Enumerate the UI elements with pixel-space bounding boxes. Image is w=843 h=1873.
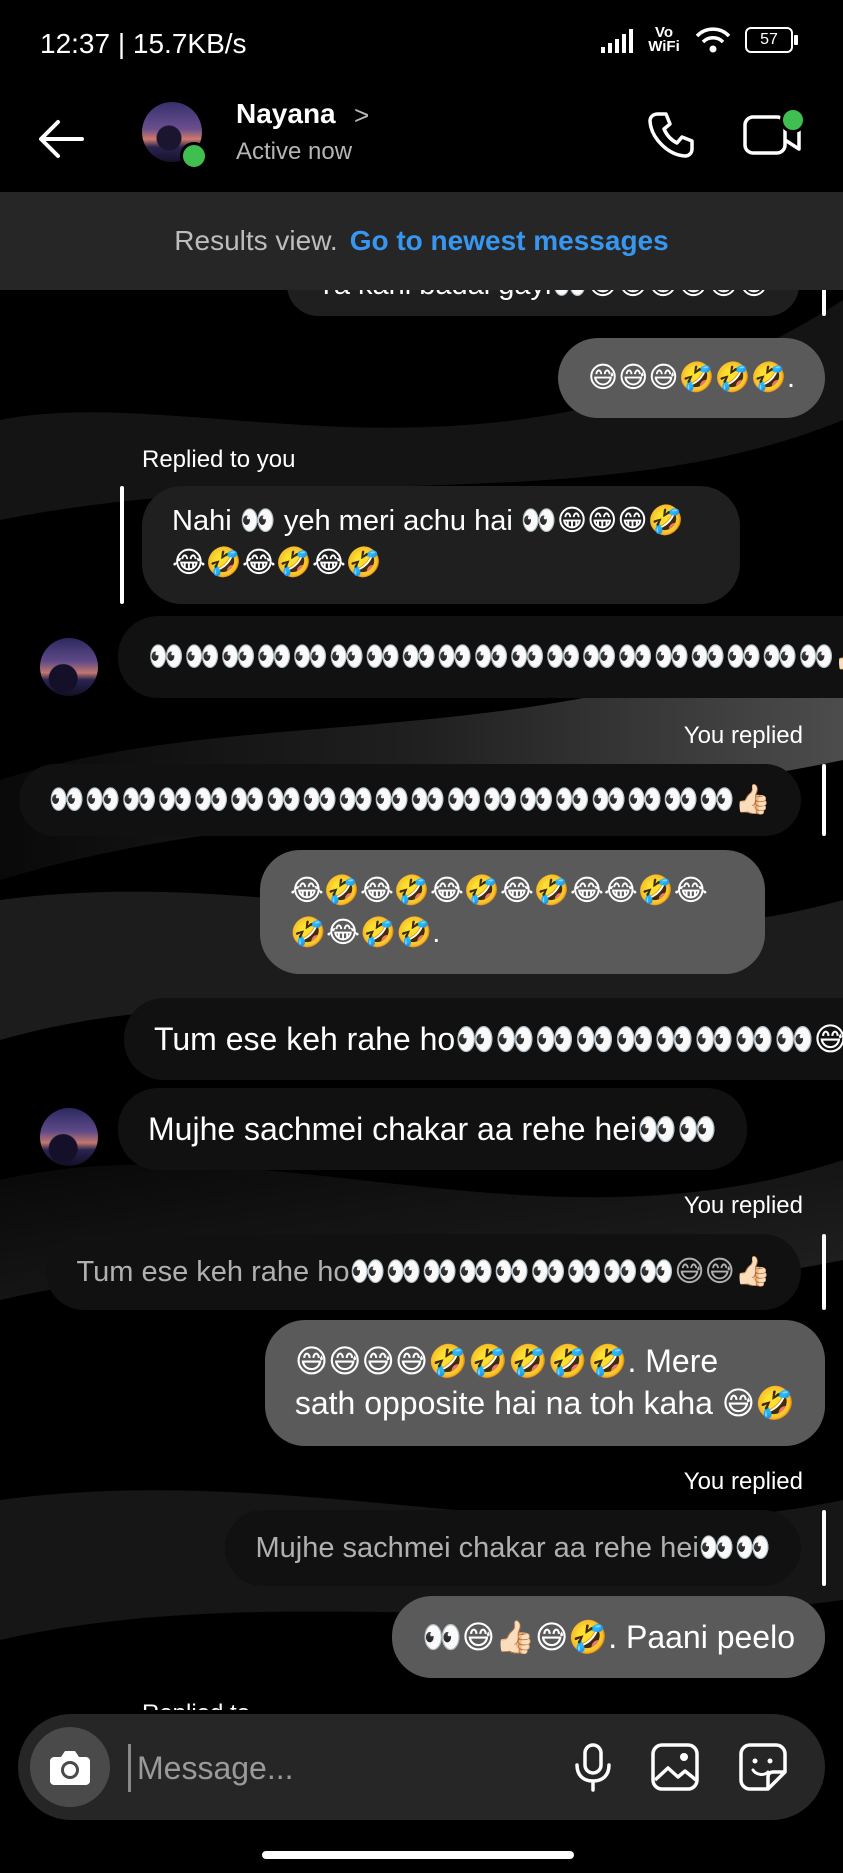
message-list[interactable]: Ya kahi badal gayi👀😁😁😁😁😁😁 😅😅😅🤣🤣🤣. Replie… xyxy=(0,290,843,1710)
gallery-icon[interactable] xyxy=(648,1740,702,1794)
wifi-icon xyxy=(695,27,731,53)
message-bubble[interactable]: 😂🤣😂🤣😂🤣😂🤣😂😂🤣😂 🤣😂🤣🤣. xyxy=(260,850,765,974)
chevron-right-icon[interactable]: > xyxy=(354,100,369,131)
message-bubble[interactable]: Tum ese keh rahe ho👀👀👀👀👀👀👀👀👀😅😅👍🏻 xyxy=(124,998,843,1080)
contact-name[interactable]: Nayana xyxy=(236,98,336,130)
reply-label-partial: Replied to xyxy=(142,1700,250,1710)
camera-button[interactable] xyxy=(30,1727,110,1807)
quoted-message[interactable]: Nahi 👀 yeh meri achu hai 👀😁😁😁🤣 😂🤣😂🤣😂🤣 xyxy=(142,486,740,604)
online-status-dot xyxy=(180,142,208,170)
camera-icon xyxy=(50,1751,90,1785)
sender-avatar[interactable] xyxy=(40,1108,98,1166)
contact-status: Active now xyxy=(236,138,353,165)
message-line: 🤣😂🤣🤣. xyxy=(290,917,441,949)
vowifi-indicator: Vo WiFi xyxy=(648,24,680,55)
quoted-message[interactable]: Tum ese keh rahe ho👀👀👀👀👀👀👀👀👀😅😅👍🏻 xyxy=(46,1234,801,1310)
chat-header: Nayana > Active now xyxy=(0,90,843,192)
go-to-newest-link[interactable]: Go to newest messages xyxy=(350,225,669,257)
reply-label: You replied xyxy=(683,1468,803,1495)
message-input[interactable] xyxy=(128,1744,579,1792)
quote-bar xyxy=(822,1510,826,1586)
message-bubble[interactable]: 😅😅😅😅🤣🤣🤣🤣🤣. Mere sath opposite hai na toh… xyxy=(264,1320,825,1446)
results-banner: Results view. Go to newest messages xyxy=(0,192,843,290)
back-arrow-icon[interactable] xyxy=(34,112,88,166)
message-bubble[interactable]: Mujhe sachmei chakar aa rehe hei👀👀 xyxy=(118,1088,747,1170)
results-view-label: Results view. xyxy=(174,225,338,256)
quoted-message[interactable]: 👀👀👀👀👀👀👀👀👀👀👀👀👀👀👀👀👀👀👀👍🏻 xyxy=(18,764,801,836)
quote-bar xyxy=(822,290,826,316)
message-line: 😂🤣😂🤣😂🤣😂🤣😂😂🤣😂 xyxy=(290,875,708,907)
microphone-icon[interactable] xyxy=(566,1740,620,1794)
message-bubble[interactable]: 👀😅👍🏻😅🤣. Paani peelo xyxy=(391,1596,825,1678)
message-bubble[interactable]: 😅😅😅🤣🤣🤣. xyxy=(557,338,825,418)
reply-label: Replied to you xyxy=(142,446,296,473)
quote-bar xyxy=(822,1234,826,1310)
sticker-icon[interactable] xyxy=(736,1740,790,1794)
quote-bar xyxy=(822,764,826,836)
sender-avatar[interactable] xyxy=(40,638,98,696)
status-time: 12:37 | 15.7KB/s xyxy=(40,28,247,59)
reply-label: You replied xyxy=(683,722,803,749)
quoted-message[interactable]: Mujhe sachmei chakar aa rehe hei👀👀 xyxy=(225,1510,801,1586)
message-bubble[interactable]: 👀👀👀👀👀👀👀👀👀👀👀👀👀👀👀👀👀👀👀👍🏻 xyxy=(118,616,843,698)
video-notification-dot xyxy=(780,107,806,133)
quoted-message-line: Nahi 👀 yeh meri achu hai 👀😁😁😁🤣 xyxy=(172,505,684,537)
quote-bar xyxy=(120,486,124,604)
message-line: sath opposite hai na toh kaha 😅🤣 xyxy=(294,1385,795,1421)
signal-icon xyxy=(601,27,633,53)
home-indicator[interactable] xyxy=(262,1851,574,1859)
message-bubble[interactable]: Ya kahi badal gayi👀😁😁😁😁😁😁 xyxy=(286,290,799,316)
reply-label: You replied xyxy=(683,1192,803,1219)
quoted-message-line: 😂🤣😂🤣😂🤣 xyxy=(172,547,382,579)
status-bar: 12:37 | 15.7KB/s Vo WiFi 57 xyxy=(0,0,843,90)
battery-indicator: 57 xyxy=(745,27,798,53)
phone-icon[interactable] xyxy=(644,108,698,162)
message-line: 😅😅😅😅🤣🤣🤣🤣🤣. Mere xyxy=(294,1343,719,1379)
message-composer xyxy=(18,1714,825,1820)
